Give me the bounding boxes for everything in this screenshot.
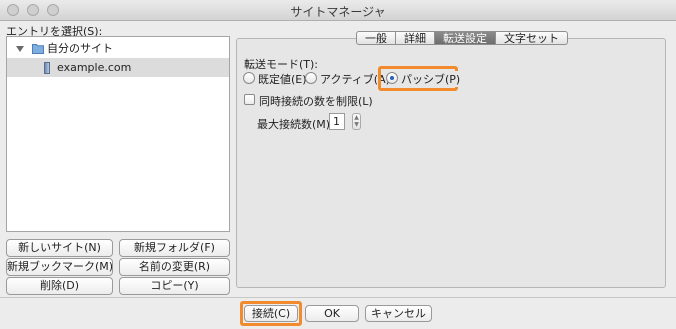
site-tree[interactable]: 自分のサイト example.com: [6, 36, 230, 232]
transfer-mode-label: 転送モード(T):: [244, 58, 319, 71]
divider: [0, 297, 676, 298]
folder-icon: [32, 44, 44, 54]
radio-passive-label[interactable]: パッシブ(P): [401, 71, 461, 87]
ok-button[interactable]: OK: [305, 305, 359, 322]
window-title: サイトマネージャ: [290, 5, 386, 19]
server-icon: [44, 62, 50, 74]
limit-connections-label[interactable]: 同時接続の数を制限(L): [259, 93, 373, 109]
tab-advanced[interactable]: 詳細: [396, 31, 435, 45]
max-connections-label: 最大接続数(M):: [257, 118, 334, 131]
new-bookmark-button[interactable]: 新規ブックマーク(M): [6, 258, 113, 276]
tab-bar: 一般 詳細 転送設定 文字セット: [356, 31, 568, 45]
tree-item-my-sites[interactable]: 自分のサイト: [7, 39, 229, 58]
connect-button[interactable]: 接続(C): [244, 305, 298, 322]
tree-item-label: 自分のサイト: [47, 42, 113, 55]
tree-item-example-com[interactable]: example.com: [7, 58, 229, 77]
tab-transfer-settings[interactable]: 転送設定: [435, 31, 496, 45]
new-folder-button[interactable]: 新規フォルダ(F): [119, 239, 230, 257]
title-bar: サイトマネージャ: [0, 0, 676, 21]
expand-triangle-icon[interactable]: [16, 46, 24, 52]
copy-button[interactable]: コピー(Y): [119, 277, 230, 295]
limit-connections-checkbox[interactable]: [244, 94, 255, 105]
tab-charset[interactable]: 文字セット: [496, 31, 568, 45]
max-connections-stepper[interactable]: ▲ ▼: [352, 113, 361, 130]
radio-active[interactable]: [305, 72, 317, 84]
delete-button[interactable]: 削除(D): [6, 277, 113, 295]
rename-button[interactable]: 名前の変更(R): [119, 258, 230, 276]
radio-default[interactable]: [243, 72, 255, 84]
tab-general[interactable]: 一般: [356, 31, 396, 45]
max-connections-input[interactable]: 1: [329, 113, 345, 130]
new-site-button[interactable]: 新しいサイト(N): [6, 239, 113, 257]
radio-passive[interactable]: [386, 72, 398, 84]
tree-item-label: example.com: [57, 61, 132, 74]
cancel-button[interactable]: キャンセル: [365, 305, 432, 322]
radio-default-label[interactable]: 既定値(E): [258, 71, 307, 87]
